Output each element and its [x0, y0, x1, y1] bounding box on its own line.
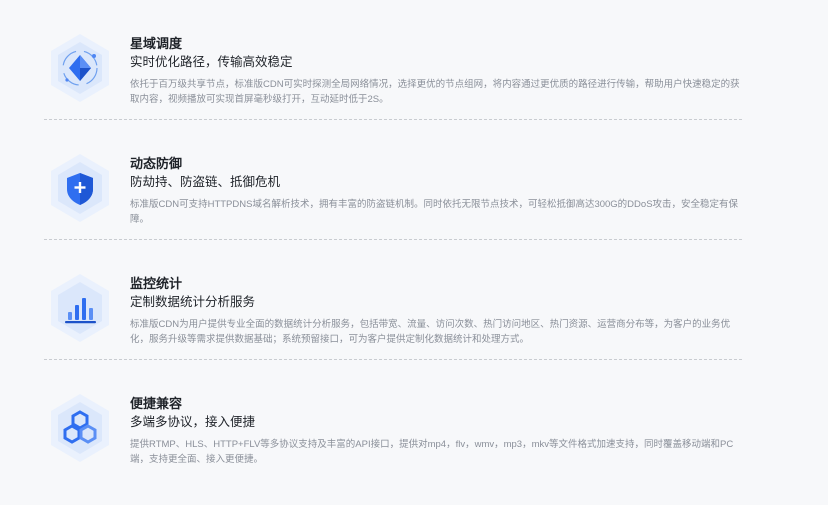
feature-list: 星域调度 实时优化路径，传输高效稳定 依托于百万级共享节点，标准版CDN可实时探…	[44, 0, 744, 480]
feature-description: 标准版CDN为用户提供专业全面的数据统计分析服务，包括带宽、流量、访问次数、热门…	[130, 319, 731, 345]
star-domain-scheduling-icon	[48, 32, 112, 104]
hexagon-cluster-icon	[48, 392, 112, 464]
feature-subtitle: 防劫持、防盗链、抵御危机	[130, 175, 281, 189]
feature-item-star-scheduling: 星域调度 实时优化路径，传输高效稳定 依托于百万级共享节点，标准版CDN可实时探…	[44, 0, 744, 120]
feature-description: 提供RTMP、HLS、HTTP+FLV等多协议支持及丰富的API接口，提供对mp…	[130, 439, 734, 465]
feature-item-monitoring: 监控统计 定制数据统计分析服务 标准版CDN为用户提供专业全面的数据统计分析服务…	[44, 240, 744, 360]
feature-subtitle: 实时优化路径，传输高效稳定	[130, 55, 293, 69]
feature-title: 动态防御	[130, 156, 183, 171]
bar-chart-icon	[48, 272, 112, 344]
feature-description: 依托于百万级共享节点，标准版CDN可实时探测全局网络情况，选择更优的节点组网，将…	[130, 79, 740, 105]
feature-subtitle: 多端多协议，接入便捷	[130, 415, 256, 429]
feature-subtitle: 定制数据统计分析服务	[130, 295, 256, 309]
feature-title: 星域调度	[130, 36, 183, 51]
feature-description: 标准版CDN可支持HTTPDNS域名解析技术，拥有丰富的防盗链机制。同时依托无限…	[130, 199, 739, 225]
feature-title: 监控统计	[130, 276, 183, 291]
feature-item-compatibility: 便捷兼容 多端多协议，接入便捷 提供RTMP、HLS、HTTP+FLV等多协议支…	[44, 360, 744, 480]
feature-item-dynamic-defense: 动态防御 防劫持、防盗链、抵御危机 标准版CDN可支持HTTPDNS域名解析技术…	[44, 120, 744, 240]
feature-title: 便捷兼容	[130, 396, 183, 411]
shield-plus-icon	[48, 152, 112, 224]
